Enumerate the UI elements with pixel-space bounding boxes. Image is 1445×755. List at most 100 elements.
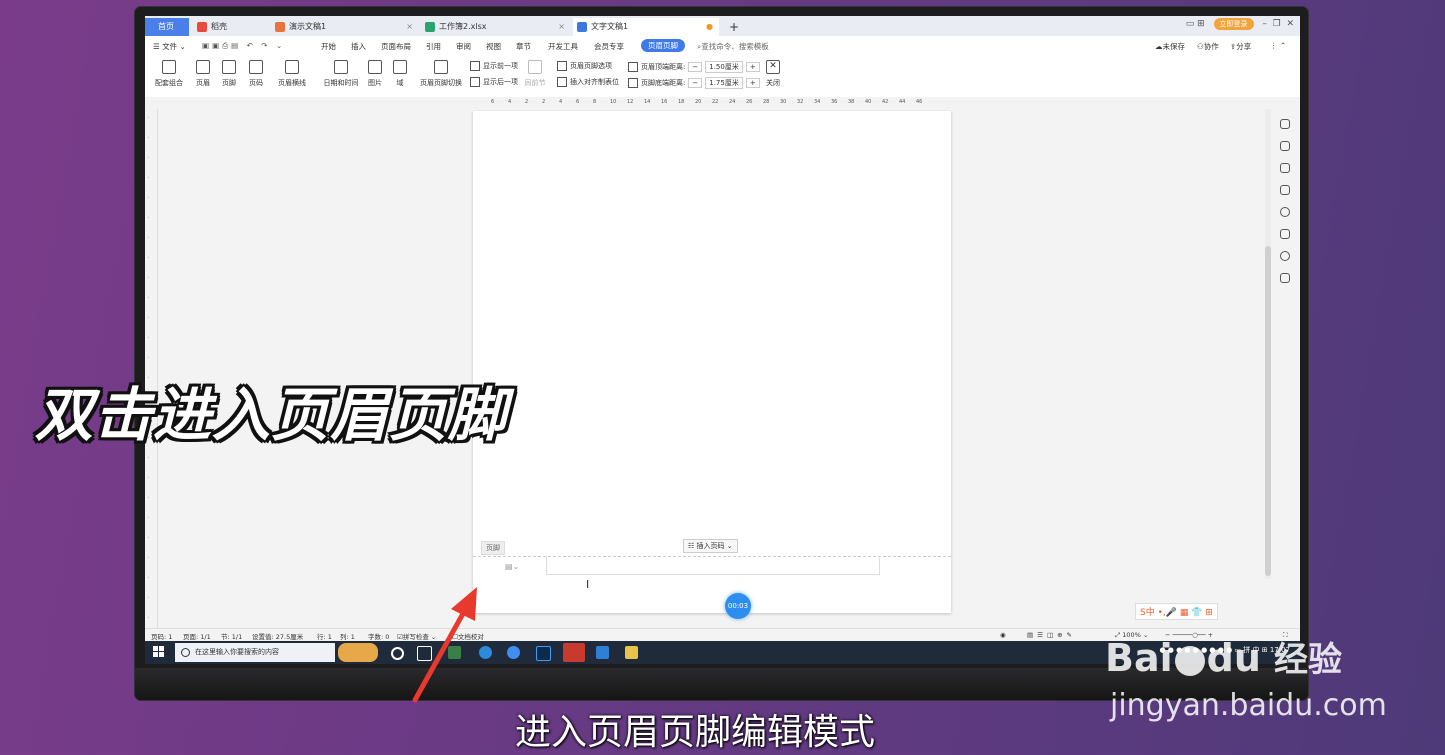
image-icon[interactable] [1280, 229, 1290, 239]
ruler-tick: · [148, 595, 150, 601]
menu-header-footer[interactable]: 页眉页脚 [641, 39, 685, 52]
taskbar-mascot [338, 643, 378, 662]
ruler-tick: · [148, 215, 150, 221]
ribbon-page-number[interactable]: 页码 [245, 60, 267, 88]
menu-review[interactable]: 审阅 [456, 41, 471, 52]
ruler-tick: · [148, 235, 150, 241]
tab-presentation[interactable]: 演示文稿1 × [271, 18, 419, 36]
menu-home[interactable]: 开始 [321, 41, 336, 52]
footer-bottom-input[interactable]: 1.75厘米 [705, 77, 743, 89]
ruler-tick-label: 22 [712, 99, 719, 105]
document-page[interactable] [473, 111, 951, 613]
ime-toolbar[interactable]: S中 •,🎤 ▦ 👕 ⊞ [1135, 603, 1218, 620]
style-icon[interactable] [1280, 119, 1290, 129]
decrease-button[interactable]: − [688, 78, 703, 88]
tab-writer[interactable]: 文字文稿1 ● [573, 18, 719, 36]
scrollbar-thumb[interactable] [1265, 246, 1271, 576]
increase-button[interactable]: + [745, 62, 760, 72]
footer-edit-box[interactable] [546, 556, 880, 575]
tab-docer[interactable]: 稻壳 [193, 18, 269, 36]
page-number-icon [249, 60, 263, 74]
new-tab-button[interactable]: + [725, 18, 745, 36]
help-icon[interactable] [1280, 207, 1290, 217]
quick-access-toolbar[interactable]: ▣▣⎙▤ ↶ ↷ ⌄ [202, 41, 285, 51]
ribbon-date-time[interactable]: 日期和时间 [322, 60, 360, 88]
grid-icon[interactable]: ⊞ [1197, 19, 1205, 29]
show-next-button[interactable]: 显示后一项 [470, 77, 518, 87]
tabbar-right: ▭ ⊞ 立即登录 – ❐ ✕ [1186, 18, 1294, 30]
restore-button[interactable]: ❐ [1273, 19, 1281, 29]
writer-icon [577, 22, 587, 32]
ruler-tick: · [148, 175, 150, 181]
switch-icon [434, 60, 448, 74]
ribbon-close[interactable]: ✕ 关闭 [764, 60, 782, 88]
menu-insert[interactable]: 插入 [351, 41, 366, 52]
folder-icon[interactable] [625, 646, 638, 659]
menu-file[interactable]: ☰ 文件 ⌄ [153, 41, 186, 52]
photoshop-icon[interactable] [536, 646, 551, 661]
insert-page-number-button[interactable]: ☷ 插入页码 ⌄ [683, 539, 738, 553]
menu-member[interactable]: 会员专享 [594, 41, 624, 52]
ruler-tick: · [148, 255, 150, 261]
browser-icon[interactable] [507, 646, 520, 659]
ribbon-same-as-previous[interactable]: 同前节 [522, 60, 548, 88]
calendar-icon [334, 60, 348, 74]
tab-home[interactable]: 首页 [145, 18, 189, 36]
ribbon-header-line[interactable]: 页眉横线 [273, 60, 311, 88]
ruler-tick-label: 32 [797, 99, 804, 105]
menu-view[interactable]: 视图 [486, 41, 501, 52]
close-window-button[interactable]: ✕ [1286, 19, 1294, 29]
ribbon-field[interactable]: 域 [392, 60, 408, 88]
show-previous-button[interactable]: 显示前一项 [470, 61, 518, 71]
collaborate-button[interactable]: ⚇协作 [1197, 41, 1219, 52]
increase-button[interactable]: + [745, 78, 760, 88]
insert-tab-stop[interactable]: 插入对齐制表位 [557, 77, 619, 87]
login-button[interactable]: 立即登录 [1213, 18, 1254, 30]
header-top-input[interactable]: 1.50厘米 [705, 61, 743, 73]
menu-chapter[interactable]: 章节 [516, 41, 531, 52]
windows-start-button[interactable] [153, 646, 165, 658]
ribbon-combo[interactable]: 配套组合 [151, 60, 187, 88]
close-icon[interactable]: × [558, 18, 565, 36]
tab-spreadsheet[interactable]: 工作簿2.xlsx × [421, 18, 571, 36]
close-icon[interactable]: × [406, 18, 413, 36]
ruler-tick: · [148, 555, 150, 561]
ruler-tick-label: 34 [814, 99, 821, 105]
settings-icon[interactable] [1280, 185, 1290, 195]
table-icon[interactable] [1280, 273, 1290, 283]
header-icon [196, 60, 210, 74]
ruler-tick-label: 46 [916, 99, 923, 105]
minimize-button[interactable]: – [1262, 19, 1267, 29]
header-line-icon [285, 60, 299, 74]
ribbon-picture[interactable]: 图片 [364, 60, 386, 88]
taskbar-search[interactable]: 在这里输入你要搜索的内容 [175, 643, 335, 662]
ribbon-switch[interactable]: 页眉页脚切换 [417, 60, 465, 88]
location-icon[interactable] [1280, 251, 1290, 261]
more-icon[interactable]: ⋮ ⌃ [1270, 41, 1286, 50]
unsaved-status[interactable]: ☁未保存 [1155, 41, 1185, 52]
pen-icon[interactable] [1280, 141, 1290, 151]
eye-icon[interactable]: ◉ [1000, 631, 1006, 639]
ruler-tick-label: 42 [882, 99, 889, 105]
command-search[interactable]: ⌕查找命令、搜索模板 [697, 41, 769, 52]
cursor-icon[interactable] [1280, 163, 1290, 173]
text-cursor: I [586, 578, 590, 591]
paste-options-icon[interactable]: ▤⌄ [505, 562, 519, 571]
menu-references[interactable]: 引用 [426, 41, 441, 52]
view-mode-buttons[interactable]: ▤☰◫⊕✎ [1027, 631, 1076, 639]
status-wordcount: 字数: 0 [368, 633, 390, 641]
menu-dev-tools[interactable]: 开发工具 [548, 41, 578, 52]
header-footer-options[interactable]: 页眉页脚选项 [557, 61, 612, 71]
ruler-tick-label: 28 [763, 99, 770, 105]
menu-layout[interactable]: 页面布局 [381, 41, 411, 52]
app2-icon[interactable] [596, 646, 609, 659]
ribbon-footer[interactable]: 页脚 [219, 60, 239, 88]
cortana-icon[interactable] [391, 647, 404, 660]
share-button[interactable]: ⇪分享 [1230, 41, 1251, 52]
decrease-button[interactable]: − [688, 62, 703, 72]
layout-icon[interactable]: ▭ [1186, 19, 1195, 29]
wps-icon[interactable] [563, 643, 585, 662]
ribbon-header[interactable]: 页眉 [193, 60, 213, 88]
ruler-tick-label: 10 [610, 99, 617, 105]
status-row: 行: 1 [317, 633, 332, 641]
